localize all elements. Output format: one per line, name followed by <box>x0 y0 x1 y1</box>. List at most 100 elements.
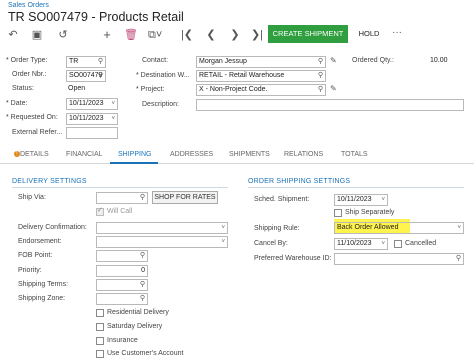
endorsement-select[interactable]: ˅ <box>96 236 228 248</box>
search-icon[interactable]: ⚲ <box>140 294 145 304</box>
shipping-zone-field[interactable]: ⚲ <box>96 293 148 305</box>
external-ref-field[interactable] <box>66 127 118 139</box>
add-icon[interactable]: + <box>100 28 114 42</box>
edit-icon[interactable]: ✎ <box>330 56 337 65</box>
chevron-down-icon[interactable]: ˅ <box>221 237 225 247</box>
chevron-down-icon[interactable]: ˅ <box>111 99 115 109</box>
fob-point-label: FOB Point: <box>18 252 53 259</box>
project-label: * Project: <box>136 86 165 93</box>
ship-separately-label: Ship Separately <box>345 209 395 216</box>
cancel-by-label: Cancel By: <box>254 240 288 247</box>
residential-delivery-label: Residential Delivery <box>107 309 169 316</box>
search-icon[interactable]: ⚲ <box>98 71 103 81</box>
fob-point-field[interactable]: ⚲ <box>96 250 148 262</box>
chevron-down-icon[interactable]: ˅ <box>381 195 385 205</box>
search-icon[interactable]: ⚲ <box>140 193 145 203</box>
cancelled-checkbox[interactable] <box>394 240 402 248</box>
prev-icon[interactable]: ❮ <box>204 28 218 42</box>
use-customer-account-checkbox[interactable] <box>96 350 104 358</box>
check-icon: ✓ <box>97 207 103 214</box>
delete-icon[interactable]: 🗑 <box>124 28 138 42</box>
tab-relations[interactable]: RELATIONS <box>284 151 323 158</box>
shipping-terms-field[interactable]: ⚲ <box>96 279 148 291</box>
page-title: TR SO007479 - Products Retail <box>8 10 184 24</box>
ordered-qty-value: 10.00 <box>430 57 448 64</box>
cancel-icon[interactable]: ↺ <box>56 28 70 42</box>
save-icon[interactable]: ▣ <box>30 28 44 42</box>
saturday-delivery-label: Saturday Delivery <box>107 323 163 330</box>
tab-addresses[interactable]: ADDRESSES <box>170 151 213 158</box>
residential-delivery-checkbox[interactable] <box>96 309 104 317</box>
tab-financial[interactable]: FINANCIAL <box>66 151 103 158</box>
saturday-delivery-checkbox[interactable] <box>96 323 104 331</box>
description-field[interactable] <box>196 99 464 111</box>
divider <box>12 187 228 188</box>
tab-shipping[interactable]: SHIPPING <box>118 151 151 158</box>
active-tab-indicator <box>110 162 158 164</box>
more-icon[interactable]: ··· <box>390 26 404 40</box>
ship-via-label: Ship Via: <box>18 194 46 201</box>
ship-separately-checkbox[interactable] <box>334 209 342 217</box>
contact-field[interactable]: Morgan Jessup ⚲ <box>196 56 326 68</box>
copy-icon[interactable]: ⧉˅ <box>148 28 162 42</box>
shipping-rule-label: Shipping Rule: <box>254 225 300 232</box>
requested-on-field[interactable]: 10/11/2023 ˅ <box>66 113 118 125</box>
delivery-confirmation-label: Delivery Confirmation: <box>18 224 87 231</box>
search-icon[interactable]: ⚲ <box>140 251 145 261</box>
chevron-down-icon[interactable]: ˅ <box>381 239 385 249</box>
undo-icon[interactable]: ↶ <box>6 28 20 42</box>
search-icon[interactable]: ⚲ <box>456 254 461 264</box>
chevron-down-icon[interactable]: ˅ <box>221 223 225 233</box>
last-icon[interactable]: ❯| <box>250 28 264 42</box>
date-field[interactable]: 10/11/2023 ˅ <box>66 98 118 110</box>
dest-wh-label: * Destination W... <box>136 72 190 79</box>
cancel-by-field[interactable]: 11/10/2023 ˅ <box>334 238 388 250</box>
project-field[interactable]: X - Non-Project Code. ⚲ <box>196 84 326 96</box>
create-shipment-button[interactable]: CREATE SHIPMENT <box>268 25 348 43</box>
sched-shipment-field[interactable]: 10/11/2023 ˅ <box>334 194 388 206</box>
status-value: Open <box>68 85 86 92</box>
shipping-zone-label: Shipping Zone: <box>18 295 66 302</box>
search-icon[interactable]: ⚲ <box>318 57 323 67</box>
search-icon[interactable]: ⚲ <box>318 85 323 95</box>
divider <box>248 187 464 188</box>
dest-wh-field[interactable]: RETAIL - Retail Warehouse ⚲ <box>196 70 326 82</box>
sched-shipment-label: Sched. Shipment: <box>254 196 310 203</box>
tab-details[interactable]: ! DETAILS <box>14 151 49 158</box>
endorsement-label: Endorsement: <box>18 238 62 245</box>
first-icon[interactable]: |❮ <box>180 28 194 42</box>
requested-on-label: * Requested On: <box>6 114 58 121</box>
order-type-label: * Order Type: <box>6 57 48 64</box>
preferred-warehouse-label: Preferred Warehouse ID: <box>254 255 332 262</box>
order-type-field[interactable]: TR ⚲ <box>66 56 106 68</box>
preferred-warehouse-field[interactable]: ⚲ <box>334 253 464 265</box>
contact-label: Contact: <box>142 57 169 64</box>
hold-button[interactable]: HOLD <box>354 25 384 43</box>
will-call-checkbox[interactable]: ✓ <box>96 207 104 216</box>
order-shipping-settings-title: ORDER SHIPPING SETTINGS <box>248 178 351 185</box>
search-icon[interactable]: ⚲ <box>140 280 145 290</box>
edit-icon[interactable]: ✎ <box>330 84 337 93</box>
description-label: Description: <box>142 101 179 108</box>
tab-shipments[interactable]: SHIPMENTS <box>229 151 270 158</box>
insurance-checkbox[interactable] <box>96 337 104 345</box>
will-call-label: Will Call <box>107 208 133 215</box>
order-nbr-field[interactable]: SO007479 ⚲ <box>66 70 106 82</box>
ship-via-field[interactable]: ⚲ <box>96 192 148 204</box>
shipping-rule-select[interactable]: Back Order Allowed ˅ <box>334 222 464 234</box>
delivery-confirmation-select[interactable]: ˅ <box>96 222 228 234</box>
priority-field[interactable]: 0 <box>96 265 148 277</box>
delivery-settings-title: DELIVERY SETTINGS <box>12 178 87 185</box>
insurance-label: Insurance <box>107 337 138 344</box>
tab-totals[interactable]: TOTALS <box>341 151 368 158</box>
search-icon[interactable]: ⚲ <box>98 57 103 67</box>
external-ref-label: External Refer... <box>12 129 63 136</box>
chevron-down-icon[interactable]: ˅ <box>457 223 461 233</box>
chevron-down-icon[interactable]: ˅ <box>111 114 115 124</box>
shipping-terms-label: Shipping Terms: <box>18 281 69 288</box>
breadcrumb[interactable]: Sales Orders <box>8 2 49 9</box>
next-icon[interactable]: ❯ <box>228 28 242 42</box>
cancelled-label: Cancelled <box>405 240 437 247</box>
search-icon[interactable]: ⚲ <box>318 71 323 81</box>
shop-for-rates-button[interactable]: SHOP FOR RATES <box>152 191 218 204</box>
